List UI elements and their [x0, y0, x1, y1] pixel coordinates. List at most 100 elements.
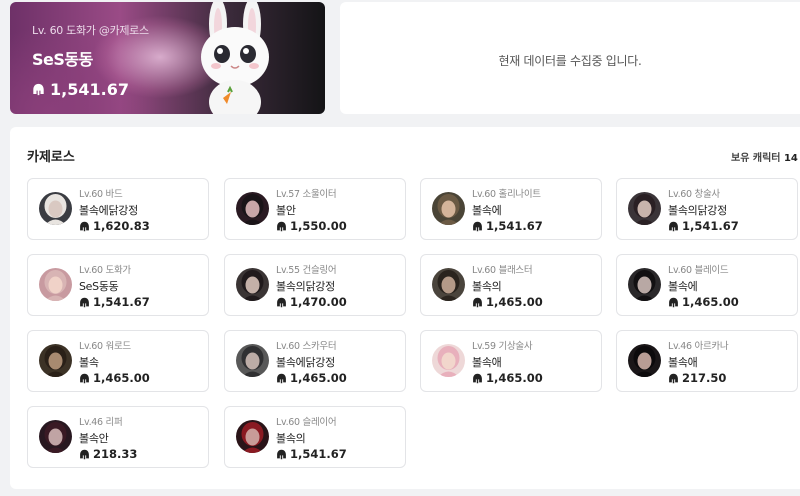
helmet-icon — [79, 297, 90, 308]
character-name: 볼속 — [79, 356, 99, 369]
character-class-level: Lv.60 블레이드 — [668, 265, 729, 276]
character-item-level: 1,541.67 — [276, 447, 347, 461]
profile-item-level: 1,541.67 — [32, 80, 129, 99]
character-name: SeS동동 — [79, 280, 119, 293]
profile-level-class: Lv. 60 도화가 @카제로스 — [32, 24, 149, 37]
roster-count-value: 14 — [783, 153, 798, 164]
character-card[interactable]: Lv.46 아르카나볼속애 217.50 — [616, 330, 798, 392]
character-card[interactable]: Lv.60 도화가 SeS동동 1,541.67 — [27, 254, 209, 316]
character-item-level-value: 1,465.00 — [93, 371, 150, 385]
helmet-icon — [668, 373, 679, 384]
character-card[interactable]: Lv.60 슬레이어볼속의 1,541.67 — [224, 406, 406, 468]
character-class-level: Lv.60 스카우터 — [276, 341, 337, 352]
character-name: 볼속애 — [668, 356, 698, 369]
character-card[interactable]: Lv.60 바드 볼속에닭강정 1,620.83 — [27, 178, 209, 240]
character-avatar — [39, 192, 72, 225]
helmet-icon — [276, 221, 287, 232]
character-card[interactable]: Lv.46 리퍼볼속안 218.33 — [27, 406, 209, 468]
character-item-level: 1,465.00 — [276, 371, 347, 385]
character-item-level: 1,470.00 — [276, 295, 347, 309]
character-item-level-value: 1,465.00 — [486, 371, 543, 385]
character-name: 볼안 — [276, 204, 296, 217]
character-avatar — [39, 268, 72, 301]
character-avatar — [236, 344, 269, 377]
character-class-level: Lv.60 슬레이어 — [276, 417, 337, 428]
character-item-level: 1,541.67 — [472, 219, 543, 233]
helmet-icon — [79, 221, 90, 232]
character-item-level: 1,550.00 — [276, 219, 347, 233]
character-item-level-value: 1,620.83 — [93, 219, 150, 233]
character-name: 볼속의닭강정 — [276, 280, 335, 293]
character-avatar — [236, 420, 269, 453]
character-name: 볼속의 — [276, 432, 306, 445]
character-item-level-value: 1,541.67 — [486, 219, 543, 233]
character-item-level-value: 1,541.67 — [682, 219, 739, 233]
character-class-level: Lv.46 리퍼 — [79, 417, 123, 428]
helmet-icon — [668, 221, 679, 232]
character-card[interactable]: Lv.60 블레이드볼속에 1,465.00 — [616, 254, 798, 316]
roster-server-title: 카제로스 — [27, 150, 75, 165]
character-class-level: Lv.60 창술사 — [668, 189, 720, 200]
character-name: 볼속에닭강정 — [79, 204, 138, 217]
helmet-icon — [276, 297, 287, 308]
character-name: 볼속에 — [472, 204, 502, 217]
character-avatar — [236, 192, 269, 225]
profile-item-level-value: 1,541.67 — [50, 80, 129, 99]
character-item-level-value: 1,465.00 — [682, 295, 739, 309]
character-item-level: 1,465.00 — [79, 371, 150, 385]
character-avatar — [432, 192, 465, 225]
profile-name: SeS동동 — [32, 50, 93, 69]
character-card[interactable]: Lv.59 기상술사 볼속애 1,465.00 — [420, 330, 602, 392]
character-card[interactable]: Lv.55 건슬링어 볼속의닭강정 1,470.00 — [224, 254, 406, 316]
character-avatar — [628, 268, 661, 301]
character-item-level: 1,541.67 — [79, 295, 150, 309]
character-item-level: 1,465.00 — [472, 295, 543, 309]
character-name: 볼속애 — [472, 356, 502, 369]
character-item-level: 1,465.00 — [472, 371, 543, 385]
character-name: 볼속에 — [668, 280, 698, 293]
character-card[interactable]: Lv.60 홀리나이트 볼속에 1,541.67 — [420, 178, 602, 240]
character-item-level-value: 1,541.67 — [93, 295, 150, 309]
character-card[interactable]: Lv.60 스카우터 볼속에닭강정 1,465.00 — [224, 330, 406, 392]
character-card[interactable]: Lv.60 창술사 볼속의닭강정 1,541.67 — [616, 178, 798, 240]
character-class-level: Lv.46 아르카나 — [668, 341, 729, 352]
character-name: 볼속의 — [472, 280, 502, 293]
character-avatar — [39, 420, 72, 453]
character-item-level-value: 1,550.00 — [290, 219, 347, 233]
character-item-level: 1,465.00 — [668, 295, 739, 309]
character-avatar — [39, 344, 72, 377]
character-avatar — [628, 192, 661, 225]
status-card: 현재 데이터를 수집중 입니다. — [340, 2, 800, 114]
helmet-icon — [472, 221, 483, 232]
character-item-level: 1,620.83 — [79, 219, 150, 233]
roster-count: 보유 캐릭터 14 — [731, 149, 798, 164]
character-avatar — [236, 268, 269, 301]
character-item-level: 1,541.67 — [668, 219, 739, 233]
roster-count-label: 보유 캐릭터 — [731, 153, 781, 164]
roster-panel: 카제로스 보유 캐릭터 14 Lv.60 바드 볼속에닭강정 1,620.83 Lv.… — [10, 127, 800, 489]
character-card[interactable]: Lv.57 소울이터 볼안 1,550.00 — [224, 178, 406, 240]
character-card[interactable]: Lv.60 블래스터볼속의 1,465.00 — [420, 254, 602, 316]
character-avatar — [432, 344, 465, 377]
helmet-icon — [79, 449, 90, 460]
profile-banner: Lv. 60 도화가 @카제로스 SeS동동 1,541.67 — [10, 2, 325, 114]
character-class-level: Lv.60 워로드 — [79, 341, 131, 352]
status-message: 현재 데이터를 수집중 입니다. — [498, 54, 642, 68]
helmet-icon — [668, 297, 679, 308]
character-item-level-value: 1,465.00 — [290, 371, 347, 385]
character-item-level-value: 1,470.00 — [290, 295, 347, 309]
character-avatar — [628, 344, 661, 377]
character-class-level: Lv.60 블래스터 — [472, 265, 533, 276]
character-item-level: 217.50 — [668, 371, 726, 385]
character-avatar — [432, 268, 465, 301]
character-card[interactable]: Lv.60 워로드볼속 1,465.00 — [27, 330, 209, 392]
character-class-level: Lv.60 도화가 — [79, 265, 131, 276]
character-name: 볼속안 — [79, 432, 109, 445]
bunny-character-image — [201, 2, 269, 114]
helmet-icon — [472, 297, 483, 308]
helmet-icon — [276, 373, 287, 384]
character-item-level: 218.33 — [79, 447, 137, 461]
helmet-icon — [276, 449, 287, 460]
helmet-icon — [79, 373, 90, 384]
character-item-level-value: 1,541.67 — [290, 447, 347, 461]
